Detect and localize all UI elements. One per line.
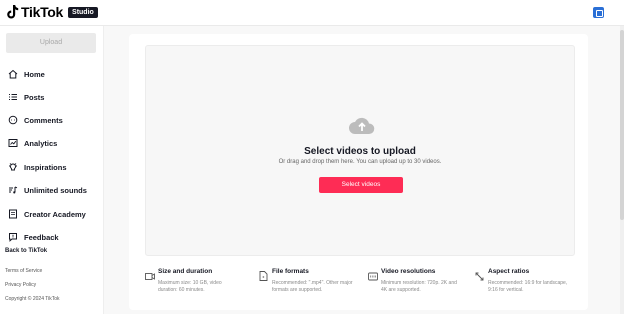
cloud-upload-icon: [348, 115, 376, 135]
hd-icon: [368, 268, 378, 281]
bulb-icon: [8, 162, 18, 172]
info-title: File formats: [272, 268, 309, 275]
info-desc: Maximum size: 10 GB, video duration: 60 …: [158, 280, 222, 293]
page-scrollbar[interactable]: [620, 26, 624, 314]
sidebar-item-label: Posts: [24, 92, 45, 102]
tiktok-note-icon: [7, 4, 19, 20]
logo[interactable]: TikTok Studio: [7, 4, 98, 20]
back-to-tiktok-link[interactable]: Back to TikTok: [5, 248, 47, 254]
sidebar-item-label: Creator Academy: [24, 209, 86, 219]
sidebar-item-label: Unlimited sounds: [24, 185, 87, 195]
book-icon: [8, 209, 18, 219]
info-title: Video resolutions: [381, 268, 436, 275]
info-title: Aspect ratios: [488, 268, 530, 275]
select-videos-button[interactable]: Select videos: [319, 177, 403, 193]
sidebar: Upload Home Posts Comments Analytics Ins…: [0, 26, 104, 314]
home-icon: [8, 69, 18, 79]
music-icon: [8, 185, 18, 195]
sidebar-item-creator-academy[interactable]: Creator Academy: [8, 207, 86, 221]
upload-button[interactable]: Upload: [6, 33, 96, 53]
info-desc: Recommended: 16:9 for landscape, 9:16 fo…: [488, 280, 568, 293]
upload-title: Select videos to upload: [304, 146, 416, 157]
sidebar-item-label: Comments: [24, 115, 63, 125]
info-desc: Recommended: ".mp4". Other major formats…: [272, 280, 353, 293]
sidebar-item-inspirations[interactable]: Inspirations: [8, 160, 67, 174]
video-icon: [145, 268, 155, 280]
sidebar-item-analytics[interactable]: Analytics: [8, 136, 57, 150]
upload-subtitle: Or drag and drop them here. You can uplo…: [278, 159, 442, 165]
sidebar-item-feedback[interactable]: Feedback: [8, 230, 59, 244]
info-title: Size and duration: [158, 268, 213, 275]
logo-text: TikTok: [21, 4, 64, 20]
chart-icon: [8, 138, 18, 148]
file-icon: [259, 268, 268, 281]
top-bar: TikTok Studio: [0, 0, 624, 26]
comment-icon: [8, 115, 18, 125]
list-icon: [8, 92, 18, 102]
upload-dropzone[interactable]: Select videos to upload Or drag and drop…: [145, 45, 575, 256]
sidebar-item-comments[interactable]: Comments: [8, 113, 63, 127]
studio-badge: Studio: [68, 6, 98, 18]
sidebar-item-unlimited-sounds[interactable]: Unlimited sounds: [8, 183, 87, 197]
scrollbar-thumb[interactable]: [620, 30, 624, 220]
feedback-icon: [8, 232, 18, 242]
sidebar-item-label: Analytics: [24, 138, 58, 148]
privacy-link[interactable]: Privacy Policy: [5, 282, 36, 288]
sidebar-item-label: Home: [24, 69, 45, 79]
sidebar-item-label: Feedback: [24, 232, 59, 242]
aspect-ratio-icon: [475, 268, 484, 281]
info-desc: Minimum resolution: 720p. 2K and 4K are …: [381, 280, 457, 293]
profile-square-icon[interactable]: [593, 7, 604, 18]
sidebar-item-label: Inspirations: [24, 162, 67, 172]
terms-link[interactable]: Terms of Service: [5, 268, 42, 274]
copyright-text: Copyright © 2024 TikTok: [5, 296, 60, 302]
sidebar-item-home[interactable]: Home: [8, 67, 45, 81]
sidebar-item-posts[interactable]: Posts: [8, 90, 44, 104]
